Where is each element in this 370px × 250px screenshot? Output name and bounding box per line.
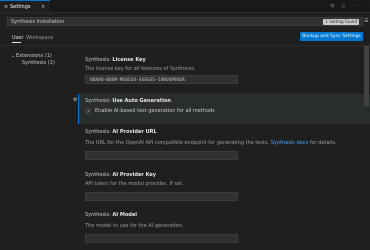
- close-icon[interactable]: ×: [41, 4, 45, 10]
- scrollbar-thumb[interactable]: [364, 46, 369, 106]
- setting-desc-license-key: The license key for all features of Synt…: [85, 66, 196, 72]
- settings-icon: ≡: [4, 4, 9, 10]
- header-divider: [0, 45, 370, 46]
- setting-desc-model: The model to use for the AI generation.: [85, 223, 184, 229]
- setting-desc-provider-key: API token for the model provider, if set…: [85, 181, 184, 187]
- editor-tab-bar: ≡ Settings × ⇆ ▯ ···: [0, 0, 370, 13]
- provider-key-field[interactable]: [85, 192, 238, 201]
- settings-search-input[interactable]: Synthesis Installation 1 Setting Found: [7, 17, 363, 26]
- auto-generation-checkbox[interactable]: ✓: [85, 108, 91, 115]
- results-count-badge: 1 Setting Found: [323, 19, 359, 25]
- docs-link[interactable]: Synthesis docs: [271, 140, 308, 146]
- tab-settings[interactable]: ≡ Settings ×: [0, 0, 50, 12]
- provider-url-field[interactable]: [85, 151, 238, 160]
- license-key-value: 00XHQ-BOSM-MS8CGX-4SSGSS-1XRUXPBSUA: [90, 77, 185, 83]
- editor-actions[interactable]: ⇆ ▯ ···: [330, 3, 366, 9]
- gear-icon[interactable]: ⚙: [73, 97, 77, 103]
- toc-extensions[interactable]: Extensions (1): [16, 53, 52, 59]
- check-icon: ✓: [86, 108, 91, 115]
- setting-title-model: Synthesis: AI Model: [85, 212, 137, 218]
- model-field[interactable]: [85, 234, 238, 243]
- search-value: Synthesis Installation: [11, 19, 65, 25]
- chevron-down-icon[interactable]: ⌄: [11, 53, 15, 59]
- toc-item-synthesis[interactable]: Synthesis (1): [22, 60, 55, 66]
- active-scope-indicator: [12, 42, 21, 43]
- setting-title-auto-generation: Synthesis: Use Auto Generation: [85, 98, 171, 104]
- setting-title-provider-key: Synthesis: AI Provider Key: [85, 172, 157, 178]
- scope-tab-user[interactable]: User: [12, 35, 23, 41]
- setting-title-license-key: Synthesis: License Key: [85, 57, 146, 63]
- backup-sync-button[interactable]: Backup and Sync Settings: [300, 32, 363, 41]
- focus-indicator: [78, 94, 79, 124]
- filter-icon[interactable]: ☰: [364, 18, 370, 24]
- scope-tab-workspace[interactable]: Workspace: [26, 35, 53, 41]
- license-key-field[interactable]: 00XHQ-BOSM-MS8CGX-4SSGSS-1XRUXPBSUA: [85, 75, 238, 84]
- setting-title-provider-url: Synthesis: AI Provider URL: [85, 129, 157, 135]
- auto-generation-label: Enable AI-based test generation for all …: [95, 108, 215, 114]
- tab-label: Settings: [10, 4, 31, 10]
- setting-desc-provider-url: The URL for the OpenAI API compatible en…: [85, 140, 337, 146]
